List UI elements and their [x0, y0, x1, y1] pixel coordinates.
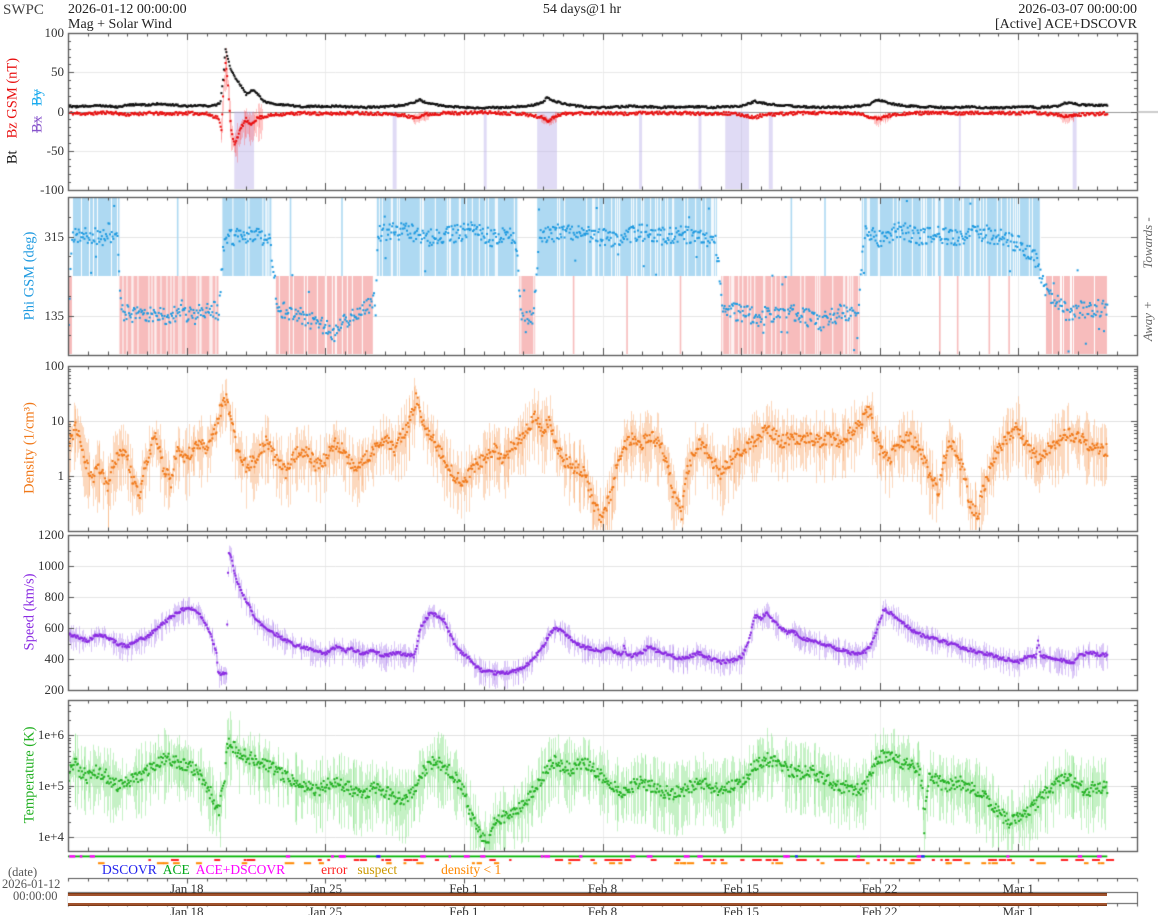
legend: DSCOVR ACE ACE+DSCOVR error suspect density <… [102, 862, 501, 878]
date-tick-label: Feb 15 [723, 904, 759, 915]
y-tick-label: 1e+6 [37, 727, 64, 743]
y-tick-label: 1000 [38, 558, 64, 573]
y-tick-label: 1 [57, 468, 65, 483]
y-tick-label: 100 [44, 358, 65, 373]
y-tick-label: 1200 [38, 527, 64, 542]
legend-item-suspect[interactable]: suspect [357, 862, 397, 877]
date-tick-label: Jan 25 [308, 904, 343, 915]
y-tick-label: 315 [44, 228, 65, 244]
window-end-time: 2026-03-07 00:00:00 [1018, 2, 1137, 17]
legend-item-error[interactable]: error [321, 862, 347, 877]
y-tick-label: 600 [44, 620, 65, 635]
y-tick-label: -100 [40, 182, 64, 197]
y-tick-label: 1e+4 [37, 828, 64, 844]
y-tick-label: 1e+5 [37, 778, 64, 794]
y-tick-label: 50 [51, 64, 64, 80]
date-tick-label: Jan 18 [169, 904, 204, 915]
y-tick-label: 10 [51, 413, 64, 428]
legend-item-ace[interactable]: ACE [163, 862, 190, 877]
plot-mode-label[interactable]: Mag + Solar Wind [68, 17, 172, 33]
y-tick-label: 800 [44, 589, 65, 604]
y-tick-label: 0 [57, 103, 65, 119]
app-brand: SWPC [3, 2, 44, 18]
speed-axis-label[interactable]: Speed (km/s) [22, 574, 39, 651]
phi-away-label: Away + [1140, 300, 1155, 342]
y-tick-label: 200 [44, 682, 65, 697]
legend-item-density-1[interactable]: density < 1 [441, 862, 501, 877]
y-tick-label: 135 [44, 307, 65, 323]
window-duration: 54 days@1 hr [542, 2, 622, 17]
date-tick-label: Feb 8 [587, 904, 618, 915]
y-tick-label: -50 [46, 142, 64, 158]
timeseries-plot-canvas [0, 0, 1158, 915]
window-start-time: 2026-01-12 00:00:00 [68, 2, 187, 17]
legend-item-ace-dscovr[interactable]: ACE+DSCOVR [196, 862, 285, 877]
swpc-solar-wind-viewer: SWPC 2026-01-12 00:00:00 Mag + Solar Win… [0, 0, 1158, 915]
date-tick-label: Feb 22 [861, 904, 898, 915]
phi-towards-label: Towards - [1140, 217, 1155, 269]
footer-time: 00:00:00 [13, 889, 58, 903]
y-tick-label: 400 [44, 651, 65, 666]
date-tick-label: Feb 1 [449, 904, 479, 915]
y-tick-label: 100 [44, 25, 65, 40]
time-range-slider[interactable] [68, 894, 1107, 905]
legend-item-dscovr[interactable]: DSCOVR [102, 862, 157, 877]
date-tick-label: Mar 1 [1002, 904, 1034, 915]
data-source-status: [Active] ACE+DSCOVR [994, 17, 1137, 32]
